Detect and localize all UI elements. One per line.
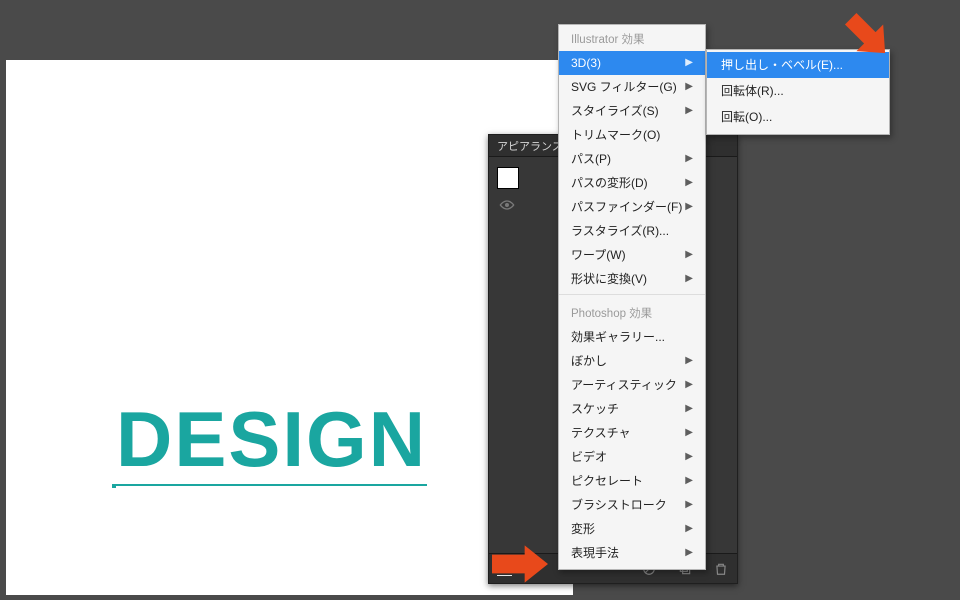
menu-item-ill-4[interactable]: パス(P) ▶ <box>559 147 705 171</box>
menu-item-ps-2[interactable]: アーティスティック ▶ <box>559 373 705 397</box>
menu-item-label: ビデオ <box>571 448 607 466</box>
menu-item-ps-1[interactable]: ぼかし ▶ <box>559 349 705 373</box>
submenu-arrow-icon: ▶ <box>685 544 693 562</box>
menu-item-label: パスファインダー(F) <box>571 198 682 216</box>
submenu-arrow-icon: ▶ <box>685 448 693 466</box>
menu-item-label: ブラシストローク <box>571 496 667 514</box>
fx-button[interactable]: fx. <box>497 561 512 576</box>
menu-item-ill-2[interactable]: スタイライズ(S) ▶ <box>559 99 705 123</box>
submenu-item-0[interactable]: 押し出し・ベベル(E)... <box>707 52 889 78</box>
menu-item-ill-1[interactable]: SVG フィルター(G) ▶ <box>559 75 705 99</box>
menu-item-label: 3D(3) <box>571 54 601 72</box>
menu-item-ps-9[interactable]: 表現手法 ▶ <box>559 541 705 565</box>
app-stage: DESIGN アピアランス fx. <box>0 0 960 600</box>
menu-item-ill-8[interactable]: ワープ(W) ▶ <box>559 243 705 267</box>
submenu-arrow-icon: ▶ <box>685 270 693 288</box>
menu-item-label: ピクセレート <box>571 472 643 490</box>
menu-item-label: ラスタライズ(R)... <box>571 222 669 240</box>
submenu-arrow-icon: ▶ <box>685 496 693 514</box>
menu-item-label: 変形 <box>571 520 595 538</box>
menu-item-label: SVG フィルター(G) <box>571 78 677 96</box>
submenu-item-label: 回転体(R)... <box>721 82 784 100</box>
effects-submenu-3d: 押し出し・ベベル(E)... 回転体(R)... 回転(O)... <box>706 49 890 135</box>
menu-item-label: パスの変形(D) <box>571 174 648 192</box>
menu-item-ill-7[interactable]: ラスタライズ(R)... <box>559 219 705 243</box>
menu-item-label: ぼかし <box>571 352 607 370</box>
menu-item-label: 形状に変換(V) <box>571 270 647 288</box>
submenu-arrow-icon: ▶ <box>685 246 693 264</box>
menu-item-ill-9[interactable]: 形状に変換(V) ▶ <box>559 267 705 295</box>
trash-icon[interactable] <box>713 561 729 577</box>
submenu-item-label: 押し出し・ベベル(E)... <box>721 56 843 74</box>
menu-item-label: スケッチ <box>571 400 619 418</box>
menu-item-ps-4[interactable]: テクスチャ ▶ <box>559 421 705 445</box>
submenu-item-2[interactable]: 回転(O)... <box>707 104 889 130</box>
submenu-arrow-icon: ▶ <box>685 150 693 168</box>
menu-item-label: テクスチャ <box>571 424 631 442</box>
menu-item-ps-3[interactable]: スケッチ ▶ <box>559 397 705 421</box>
artboard-text: DESIGN <box>116 400 427 486</box>
menu-item-label: アーティスティック <box>571 376 677 394</box>
menu-item-ill-3[interactable]: トリムマーク(O) <box>559 123 705 147</box>
menu-item-label: 表現手法 <box>571 544 619 562</box>
menu-item-ps-0[interactable]: 効果ギャラリー... <box>559 325 705 349</box>
submenu-arrow-icon: ▶ <box>685 352 693 370</box>
submenu-arrow-icon: ▶ <box>685 424 693 442</box>
submenu-item-1[interactable]: 回転体(R)... <box>707 78 889 104</box>
submenu-arrow-icon: ▶ <box>685 78 693 96</box>
menu-header-illustrator: Illustrator 効果 <box>559 25 705 51</box>
menu-item-ill-0[interactable]: 3D(3) ▶ <box>559 51 705 75</box>
menu-header-photoshop: Photoshop 効果 <box>559 299 705 325</box>
menu-item-label: ワープ(W) <box>571 246 626 264</box>
effects-menu: Illustrator 効果3D(3)▶SVG フィルター(G)▶スタイライズ(… <box>558 24 706 570</box>
menu-item-ill-6[interactable]: パスファインダー(F)▶ <box>559 195 705 219</box>
eye-icon <box>499 199 515 211</box>
fill-swatch[interactable] <box>497 167 519 189</box>
submenu-arrow-icon: ▶ <box>685 472 693 490</box>
menu-item-ill-5[interactable]: パスの変形(D) ▶ <box>559 171 705 195</box>
menu-item-label: トリムマーク(O) <box>571 126 660 144</box>
menu-item-label: パス(P) <box>571 150 611 168</box>
menu-item-label: スタイライズ(S) <box>571 102 659 120</box>
menu-item-ps-6[interactable]: ピクセレート ▶ <box>559 469 705 493</box>
submenu-arrow-icon: ▶ <box>685 174 693 192</box>
menu-item-label: 効果ギャラリー... <box>571 328 665 346</box>
submenu-arrow-icon: ▶ <box>685 400 693 418</box>
submenu-item-label: 回転(O)... <box>721 108 772 126</box>
menu-item-ps-8[interactable]: 変形 ▶ <box>559 517 705 541</box>
submenu-arrow-icon: ▶ <box>685 520 693 538</box>
submenu-arrow-icon: ▶ <box>685 198 693 216</box>
menu-item-ps-7[interactable]: ブラシストローク ▶ <box>559 493 705 517</box>
submenu-arrow-icon: ▶ <box>685 102 693 120</box>
menu-item-ps-5[interactable]: ビデオ ▶ <box>559 445 705 469</box>
submenu-arrow-icon: ▶ <box>685 376 693 394</box>
submenu-arrow-icon: ▶ <box>685 54 693 72</box>
